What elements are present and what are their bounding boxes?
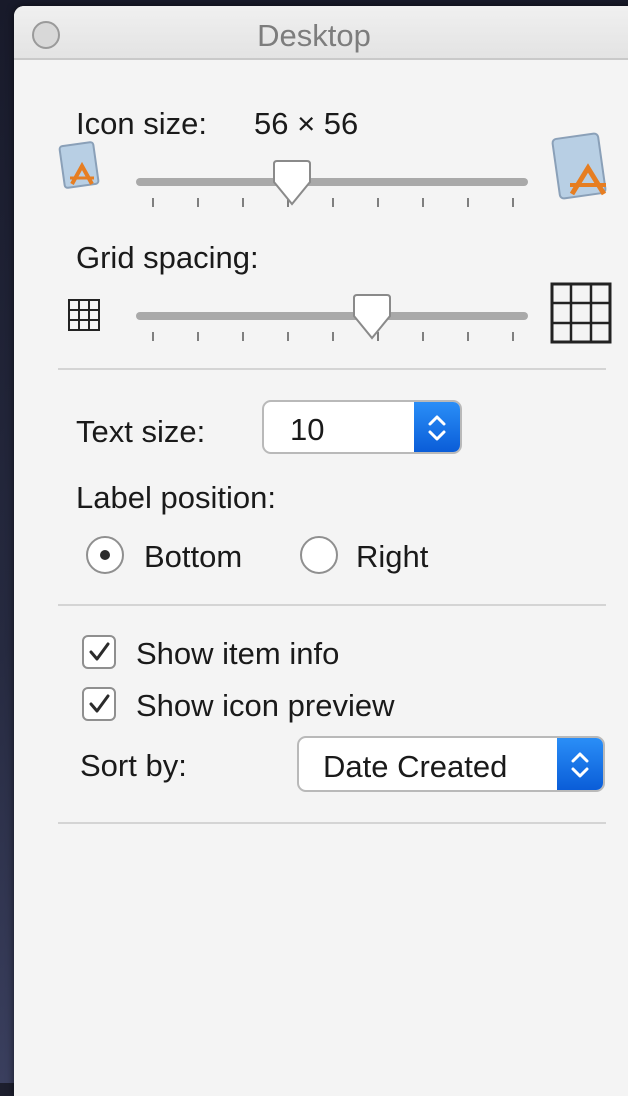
grid-spacing-slider[interactable] xyxy=(136,294,528,358)
icon-size-slider-thumb[interactable] xyxy=(270,160,314,208)
chevron-updown-icon xyxy=(557,738,603,790)
slider-tick xyxy=(422,332,424,341)
text-size-popup[interactable]: 10 xyxy=(262,400,462,454)
icon-size-slider[interactable] xyxy=(136,160,528,224)
slider-tick xyxy=(467,332,469,341)
slider-tick xyxy=(377,198,379,207)
checkmark-icon xyxy=(89,694,110,713)
slider-tick xyxy=(512,332,514,341)
divider xyxy=(58,822,606,824)
text-size-value: 10 xyxy=(290,412,325,447)
radio-selected-dot xyxy=(100,550,110,560)
show-item-info-checkbox[interactable] xyxy=(82,635,116,669)
title-bar: Desktop xyxy=(14,6,628,60)
divider xyxy=(58,368,606,370)
radio-right-label[interactable]: Right xyxy=(356,539,428,575)
sort-by-value: Date Created xyxy=(323,749,508,784)
slider-tick xyxy=(332,198,334,207)
slider-tick xyxy=(332,332,334,341)
slider-tick xyxy=(152,332,154,341)
slider-tick xyxy=(512,198,514,207)
slider-tick xyxy=(287,332,289,341)
sort-by-popup[interactable]: Date Created xyxy=(297,736,605,792)
radio-bottom-label[interactable]: Bottom xyxy=(144,539,242,575)
grid-large-icon xyxy=(550,282,612,344)
slider-tick xyxy=(152,198,154,207)
chevron-updown-icon xyxy=(414,402,460,452)
label-position-label: Label position: xyxy=(76,480,276,515)
checkmark-icon xyxy=(89,642,110,661)
slider-tick xyxy=(422,198,424,207)
divider xyxy=(58,604,606,606)
grid-small-icon xyxy=(68,299,100,331)
view-options-panel: Desktop Icon size: 56 × 56 Grid spacing: xyxy=(14,6,628,1096)
show-item-info-label[interactable]: Show item info xyxy=(136,636,339,672)
icon-size-value: 56 × 56 xyxy=(254,106,359,141)
radio-right[interactable] xyxy=(300,536,338,574)
window-title: Desktop xyxy=(257,18,371,53)
grid-spacing-label: Grid spacing: xyxy=(76,240,259,275)
slider-tick xyxy=(242,332,244,341)
radio-bottom[interactable] xyxy=(86,536,124,574)
icon-size-label: Icon size: xyxy=(76,106,207,141)
slider-tick xyxy=(197,332,199,341)
slider-tick xyxy=(242,198,244,207)
app-icon-large xyxy=(551,132,607,200)
show-icon-preview-label[interactable]: Show icon preview xyxy=(136,688,394,724)
grid-spacing-slider-thumb[interactable] xyxy=(350,294,394,342)
app-icon-small xyxy=(58,141,100,189)
text-size-label: Text size: xyxy=(76,414,206,449)
slider-tick xyxy=(467,198,469,207)
sort-by-label: Sort by: xyxy=(80,748,187,783)
show-icon-preview-checkbox[interactable] xyxy=(82,687,116,721)
slider-tick xyxy=(197,198,199,207)
